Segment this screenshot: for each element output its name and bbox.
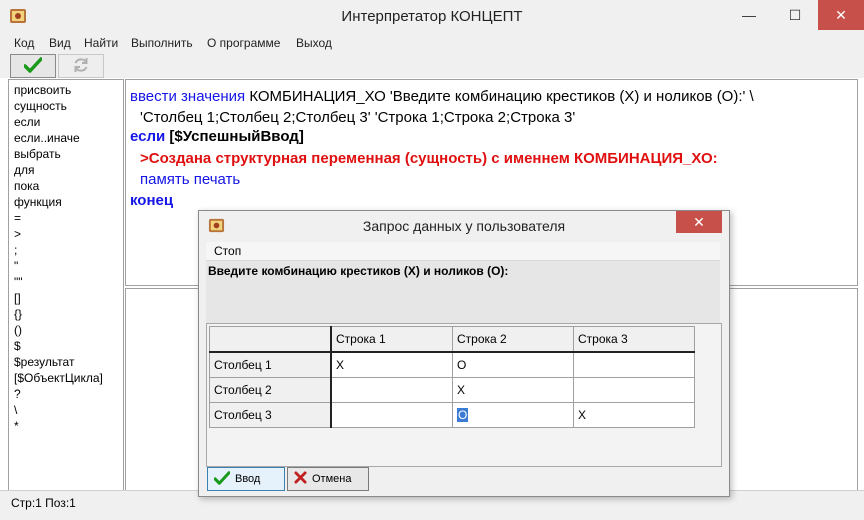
table-row: Столбец 2 X bbox=[209, 377, 695, 403]
cancel-button[interactable]: Отмена bbox=[287, 467, 369, 491]
keyword-item[interactable]: () bbox=[14, 323, 22, 337]
table-header-row: Строка 1 Строка 2 Строка 3 bbox=[209, 326, 695, 353]
keyword-item[interactable]: * bbox=[14, 419, 19, 433]
table-row: Столбец 3 O X bbox=[209, 402, 695, 428]
column-header: Строка 2 bbox=[452, 326, 574, 353]
grid-cell[interactable] bbox=[573, 377, 695, 403]
row-header: Столбец 3 bbox=[209, 402, 332, 428]
keyword-item[interactable]: > bbox=[14, 227, 21, 241]
grid-cell[interactable] bbox=[573, 351, 695, 378]
keyword-item[interactable]: " bbox=[14, 259, 18, 273]
maximize-button[interactable]: ☐ bbox=[772, 0, 818, 30]
if-keyword: если bbox=[130, 128, 166, 145]
keyword-item[interactable]: \ bbox=[14, 403, 17, 417]
command-args: КОМБИНАЦИЯ_ХО 'Введите комбинацию крести… bbox=[245, 88, 754, 105]
cross-icon bbox=[294, 471, 307, 487]
dialog-prompt-area: Введите комбинацию крестиков (X) и нолик… bbox=[206, 261, 720, 323]
row-header: Столбец 1 bbox=[209, 351, 332, 378]
keyword-item[interactable]: если..иначе bbox=[14, 131, 80, 145]
code-line-3: если [$УспешныйВвод] bbox=[130, 128, 304, 145]
keyword-item[interactable]: если bbox=[14, 115, 40, 129]
keyword-item[interactable]: функция bbox=[14, 195, 62, 209]
grid-cell[interactable] bbox=[330, 402, 453, 428]
selected-cell-text[interactable]: O bbox=[457, 408, 469, 422]
cancel-button-label: Отмена bbox=[312, 473, 352, 485]
row-header: Столбец 2 bbox=[209, 377, 332, 403]
column-header: Строка 1 bbox=[330, 326, 453, 353]
refresh-icon bbox=[72, 56, 90, 77]
dialog-close-button[interactable]: ✕ bbox=[676, 211, 722, 233]
grid-cell[interactable]: X bbox=[452, 377, 574, 403]
cursor-position: Стр:1 Поз:1 bbox=[11, 496, 76, 510]
menu-bar: Код Вид Найти Выполнить О программе Выхо… bbox=[0, 33, 864, 53]
grid-cell[interactable]: O bbox=[452, 351, 574, 378]
keyword-item[interactable]: для bbox=[14, 163, 35, 177]
ok-button-label: Ввод bbox=[235, 473, 261, 485]
keyword-item[interactable]: выбрать bbox=[14, 147, 61, 161]
menu-stop[interactable]: Стоп bbox=[214, 244, 241, 258]
keyword-item[interactable]: {} bbox=[14, 307, 22, 321]
keyword-item[interactable]: присвоить bbox=[14, 83, 71, 97]
keyword-item[interactable]: [$ОбъектЦикла] bbox=[14, 371, 103, 385]
menu-about[interactable]: О программе bbox=[207, 36, 280, 50]
keyword-item[interactable]: ? bbox=[14, 387, 21, 401]
table-row: Столбец 1 X O bbox=[209, 351, 695, 378]
dialog-prompt: Введите комбинацию крестиков (X) и нолик… bbox=[208, 264, 509, 278]
keyword-item[interactable]: $результат bbox=[14, 355, 74, 369]
code-line-5: память печать bbox=[140, 171, 241, 188]
code-line-2: 'Столбец 1;Столбец 2;Столбец 3' 'Строка … bbox=[140, 109, 576, 126]
refresh-button[interactable] bbox=[58, 54, 104, 78]
grid-cell[interactable]: X bbox=[330, 351, 453, 378]
dialog-title: Запрос данных у пользователя bbox=[362, 218, 566, 234]
close-button[interactable]: ✕ bbox=[818, 0, 864, 30]
input-dialog: Запрос данных у пользователя ✕ Стоп Введ… bbox=[198, 210, 730, 497]
code-line-4: >Создана структурная переменная (сущност… bbox=[140, 150, 718, 167]
menu-find[interactable]: Найти bbox=[84, 36, 118, 50]
keyword-item[interactable]: "" bbox=[14, 275, 23, 289]
keyword-palette: присвоить сущность если если..иначе выбр… bbox=[8, 79, 124, 491]
check-icon bbox=[23, 56, 43, 76]
menu-view[interactable]: Вид bbox=[49, 36, 71, 50]
column-header: Строка 3 bbox=[573, 326, 695, 353]
grid-cell[interactable] bbox=[330, 377, 453, 403]
grid-cell-active[interactable]: O bbox=[452, 402, 574, 428]
menu-code[interactable]: Код bbox=[14, 36, 34, 50]
data-grid: Строка 1 Строка 2 Строка 3 Столбец 1 X O… bbox=[206, 323, 722, 467]
menu-exit[interactable]: Выход bbox=[296, 36, 332, 50]
keyword-item[interactable]: пока bbox=[14, 179, 39, 193]
title-bar: Интерпретатор КОНЦЕПТ — ☐ ✕ bbox=[0, 0, 864, 33]
keyword-item[interactable]: $ bbox=[14, 339, 21, 353]
code-line-1: ввести значения КОМБИНАЦИЯ_ХО 'Введите к… bbox=[130, 88, 754, 105]
ok-button[interactable]: Ввод bbox=[207, 467, 285, 491]
keyword-item[interactable]: [] bbox=[14, 291, 21, 305]
toolbar bbox=[0, 53, 864, 78]
corner-cell bbox=[209, 326, 332, 353]
check-icon bbox=[213, 470, 231, 488]
minimize-button[interactable]: — bbox=[726, 0, 772, 30]
data-table: Строка 1 Строка 2 Строка 3 Столбец 1 X O… bbox=[209, 326, 695, 428]
keyword-item[interactable]: сущность bbox=[14, 99, 67, 113]
dialog-menu-bar: Стоп bbox=[206, 242, 720, 261]
menu-run[interactable]: Выполнить bbox=[131, 36, 193, 50]
command-keyword: ввести значения bbox=[130, 88, 246, 105]
keyword-item[interactable]: ; bbox=[14, 243, 17, 257]
run-button[interactable] bbox=[10, 54, 56, 78]
if-condition: [$УспешныйВвод] bbox=[165, 128, 304, 145]
grid-cell[interactable]: X bbox=[573, 402, 695, 428]
keyword-item[interactable]: = bbox=[14, 211, 21, 225]
code-line-6: конец bbox=[130, 192, 174, 209]
dialog-title-bar: Запрос данных у пользователя ✕ bbox=[199, 211, 729, 241]
